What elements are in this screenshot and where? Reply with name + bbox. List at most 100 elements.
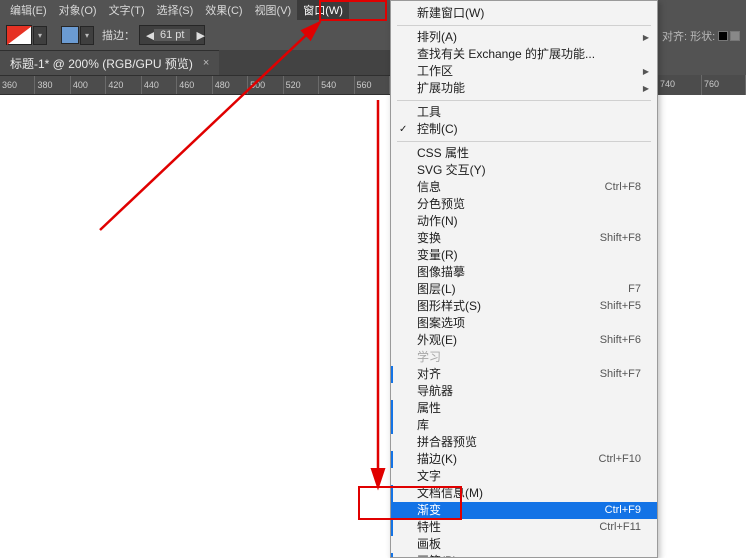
menu-item-label: 分色预览 [417, 196, 465, 213]
menu-item-label: 变量(R) [417, 247, 458, 264]
menu-item-label: 图像描摹 [417, 264, 465, 281]
menu-item[interactable]: 外观(E)Shift+F6 [391, 332, 657, 349]
ruler-tick: 400 [71, 76, 106, 94]
menu-item[interactable]: 分色预览 [391, 196, 657, 213]
menu-item-shortcut: Shift+F6 [600, 332, 641, 349]
menu-item[interactable]: 图形样式(S)Shift+F5 [391, 298, 657, 315]
menu-item-label: 查找有关 Exchange 的扩展功能... [417, 46, 595, 63]
menu-item-label: 库 [417, 417, 429, 434]
align-label: 对齐: [662, 28, 687, 44]
menu-item[interactable]: 属性 [391, 400, 657, 417]
menu-select[interactable]: 选择(S) [151, 0, 200, 20]
ruler-tick: 740 [658, 75, 702, 95]
document-tab[interactable]: 标题-1* @ 200% (RGB/GPU 预览) × [0, 50, 219, 75]
ruler-tick: 540 [319, 76, 354, 94]
menu-item[interactable]: 导航器 [391, 383, 657, 400]
menu-item[interactable]: 扩展功能 [391, 80, 657, 97]
menu-item-shortcut: F7 [628, 281, 641, 298]
menu-view[interactable]: 视图(V) [249, 0, 298, 20]
menu-item[interactable]: 描边(K)Ctrl+F10 [391, 451, 657, 468]
menu-item-shortcut: Ctrl+F10 [599, 451, 642, 468]
menu-item-label: 变换 [417, 230, 441, 247]
menu-item[interactable]: 画板 [391, 536, 657, 553]
tool-icon[interactable] [61, 26, 79, 44]
menu-item[interactable]: 对齐 Shift+F7 [391, 366, 657, 383]
menu-effect[interactable]: 效果(C) [199, 0, 248, 20]
menu-item-shortcut: Shift+F5 [600, 298, 641, 315]
menu-item-label: 渐变 [417, 502, 441, 519]
menu-separator [397, 141, 651, 142]
menu-object[interactable]: 对象(O) [53, 0, 103, 20]
stroke-width-stepper[interactable]: ◀ 61 pt ▶ [139, 25, 205, 45]
menu-item-label: 导航器 [417, 383, 453, 400]
close-tab-icon[interactable]: × [203, 57, 209, 69]
menu-item[interactable]: 文字 [391, 468, 657, 485]
ruler-tick: 440 [142, 76, 177, 94]
menu-item-label: 图案选项 [417, 315, 465, 332]
menu-item[interactable]: SVG 交互(Y) [391, 162, 657, 179]
menu-item-shortcut: Shift+F7 [600, 366, 641, 383]
ruler-tick: 520 [284, 76, 319, 94]
menu-item[interactable]: 排列(A) [391, 29, 657, 46]
mode-toggle[interactable] [718, 31, 740, 41]
ruler-tick: 500 [248, 76, 283, 94]
ruler-tick: 760 [702, 75, 746, 95]
menu-item[interactable]: 控制(C) [391, 121, 657, 138]
fill-stroke-swatch[interactable] [6, 25, 32, 45]
swatch-dropdown-icon[interactable] [33, 26, 47, 45]
menu-item-label: 属性 [417, 400, 441, 417]
menu-window[interactable]: 窗口(W) [297, 0, 349, 20]
menu-item[interactable]: 特性Ctrl+F11 [391, 519, 657, 536]
menu-item[interactable]: 图像描摹 [391, 264, 657, 281]
menu-item-label: 控制(C) [417, 121, 458, 138]
menu-item[interactable]: 动作(N) [391, 213, 657, 230]
panel-open-indicator [391, 553, 393, 558]
panel-open-indicator [391, 451, 393, 468]
menu-item[interactable]: 图案选项 [391, 315, 657, 332]
panel-open-indicator [391, 400, 393, 417]
menu-item[interactable]: 变量(R) [391, 247, 657, 264]
menu-item[interactable]: 工具 [391, 104, 657, 121]
menu-item-shortcut: Ctrl+F11 [599, 519, 641, 536]
document-tabs: 标题-1* @ 200% (RGB/GPU 预览) × [0, 50, 390, 75]
menu-item-label: 工作区 [417, 63, 453, 80]
ruler-tick: 380 [35, 76, 70, 94]
menu-type[interactable]: 文字(T) [103, 0, 151, 20]
menu-item[interactable]: 库 [391, 417, 657, 434]
ruler-tick: 480 [213, 76, 248, 94]
menu-item-label: 文字 [417, 468, 441, 485]
tool-dropdown-icon[interactable] [80, 26, 94, 45]
menu-edit[interactable]: 编辑(E) [4, 0, 53, 20]
stroke-width-value[interactable]: 61 pt [154, 29, 190, 41]
stroke-increase-button[interactable]: ▶ [190, 29, 204, 42]
panel-open-indicator [391, 417, 393, 434]
ruler-tick: 420 [106, 76, 141, 94]
menu-item-label: 对齐 [417, 366, 441, 383]
menu-item[interactable]: 变换 Shift+F8 [391, 230, 657, 247]
panel-open-indicator [391, 519, 393, 536]
document-tab-title: 标题-1* @ 200% (RGB/GPU 预览) [10, 55, 193, 72]
menu-item[interactable]: 信息Ctrl+F8 [391, 179, 657, 196]
menu-item-shortcut: Shift+F8 [600, 230, 641, 247]
main-menu-bar: 编辑(E) 对象(O) 文字(T) 选择(S) 效果(C) 视图(V) 窗口(W… [0, 0, 390, 20]
stroke-decrease-button[interactable]: ◀ [140, 29, 154, 42]
menu-item-label: 学习 [417, 349, 441, 366]
panel-open-indicator [391, 366, 393, 383]
menu-item[interactable]: CSS 属性 [391, 145, 657, 162]
options-bar: 描边： ◀ 61 pt ▶ [0, 20, 390, 50]
stroke-label: 描边： [102, 27, 135, 43]
menu-item[interactable]: 新建窗口(W) [391, 5, 657, 22]
menu-item[interactable]: 画笔(B) [391, 553, 657, 558]
menu-item[interactable]: 文档信息(M) [391, 485, 657, 502]
menu-item[interactable]: 查找有关 Exchange 的扩展功能... [391, 46, 657, 63]
menu-item[interactable]: 图层(L)F7 [391, 281, 657, 298]
menu-item-label: 信息 [417, 179, 441, 196]
menu-separator [397, 100, 651, 101]
menu-item[interactable]: 渐变Ctrl+F9 [391, 502, 657, 519]
menu-item-label: 工具 [417, 104, 441, 121]
menu-item[interactable]: 拼合器预览 [391, 434, 657, 451]
shape-label: 形状: [690, 28, 715, 44]
menu-item[interactable]: 工作区 [391, 63, 657, 80]
ruler-tick: 360 [0, 76, 35, 94]
panel-open-indicator [391, 485, 393, 502]
